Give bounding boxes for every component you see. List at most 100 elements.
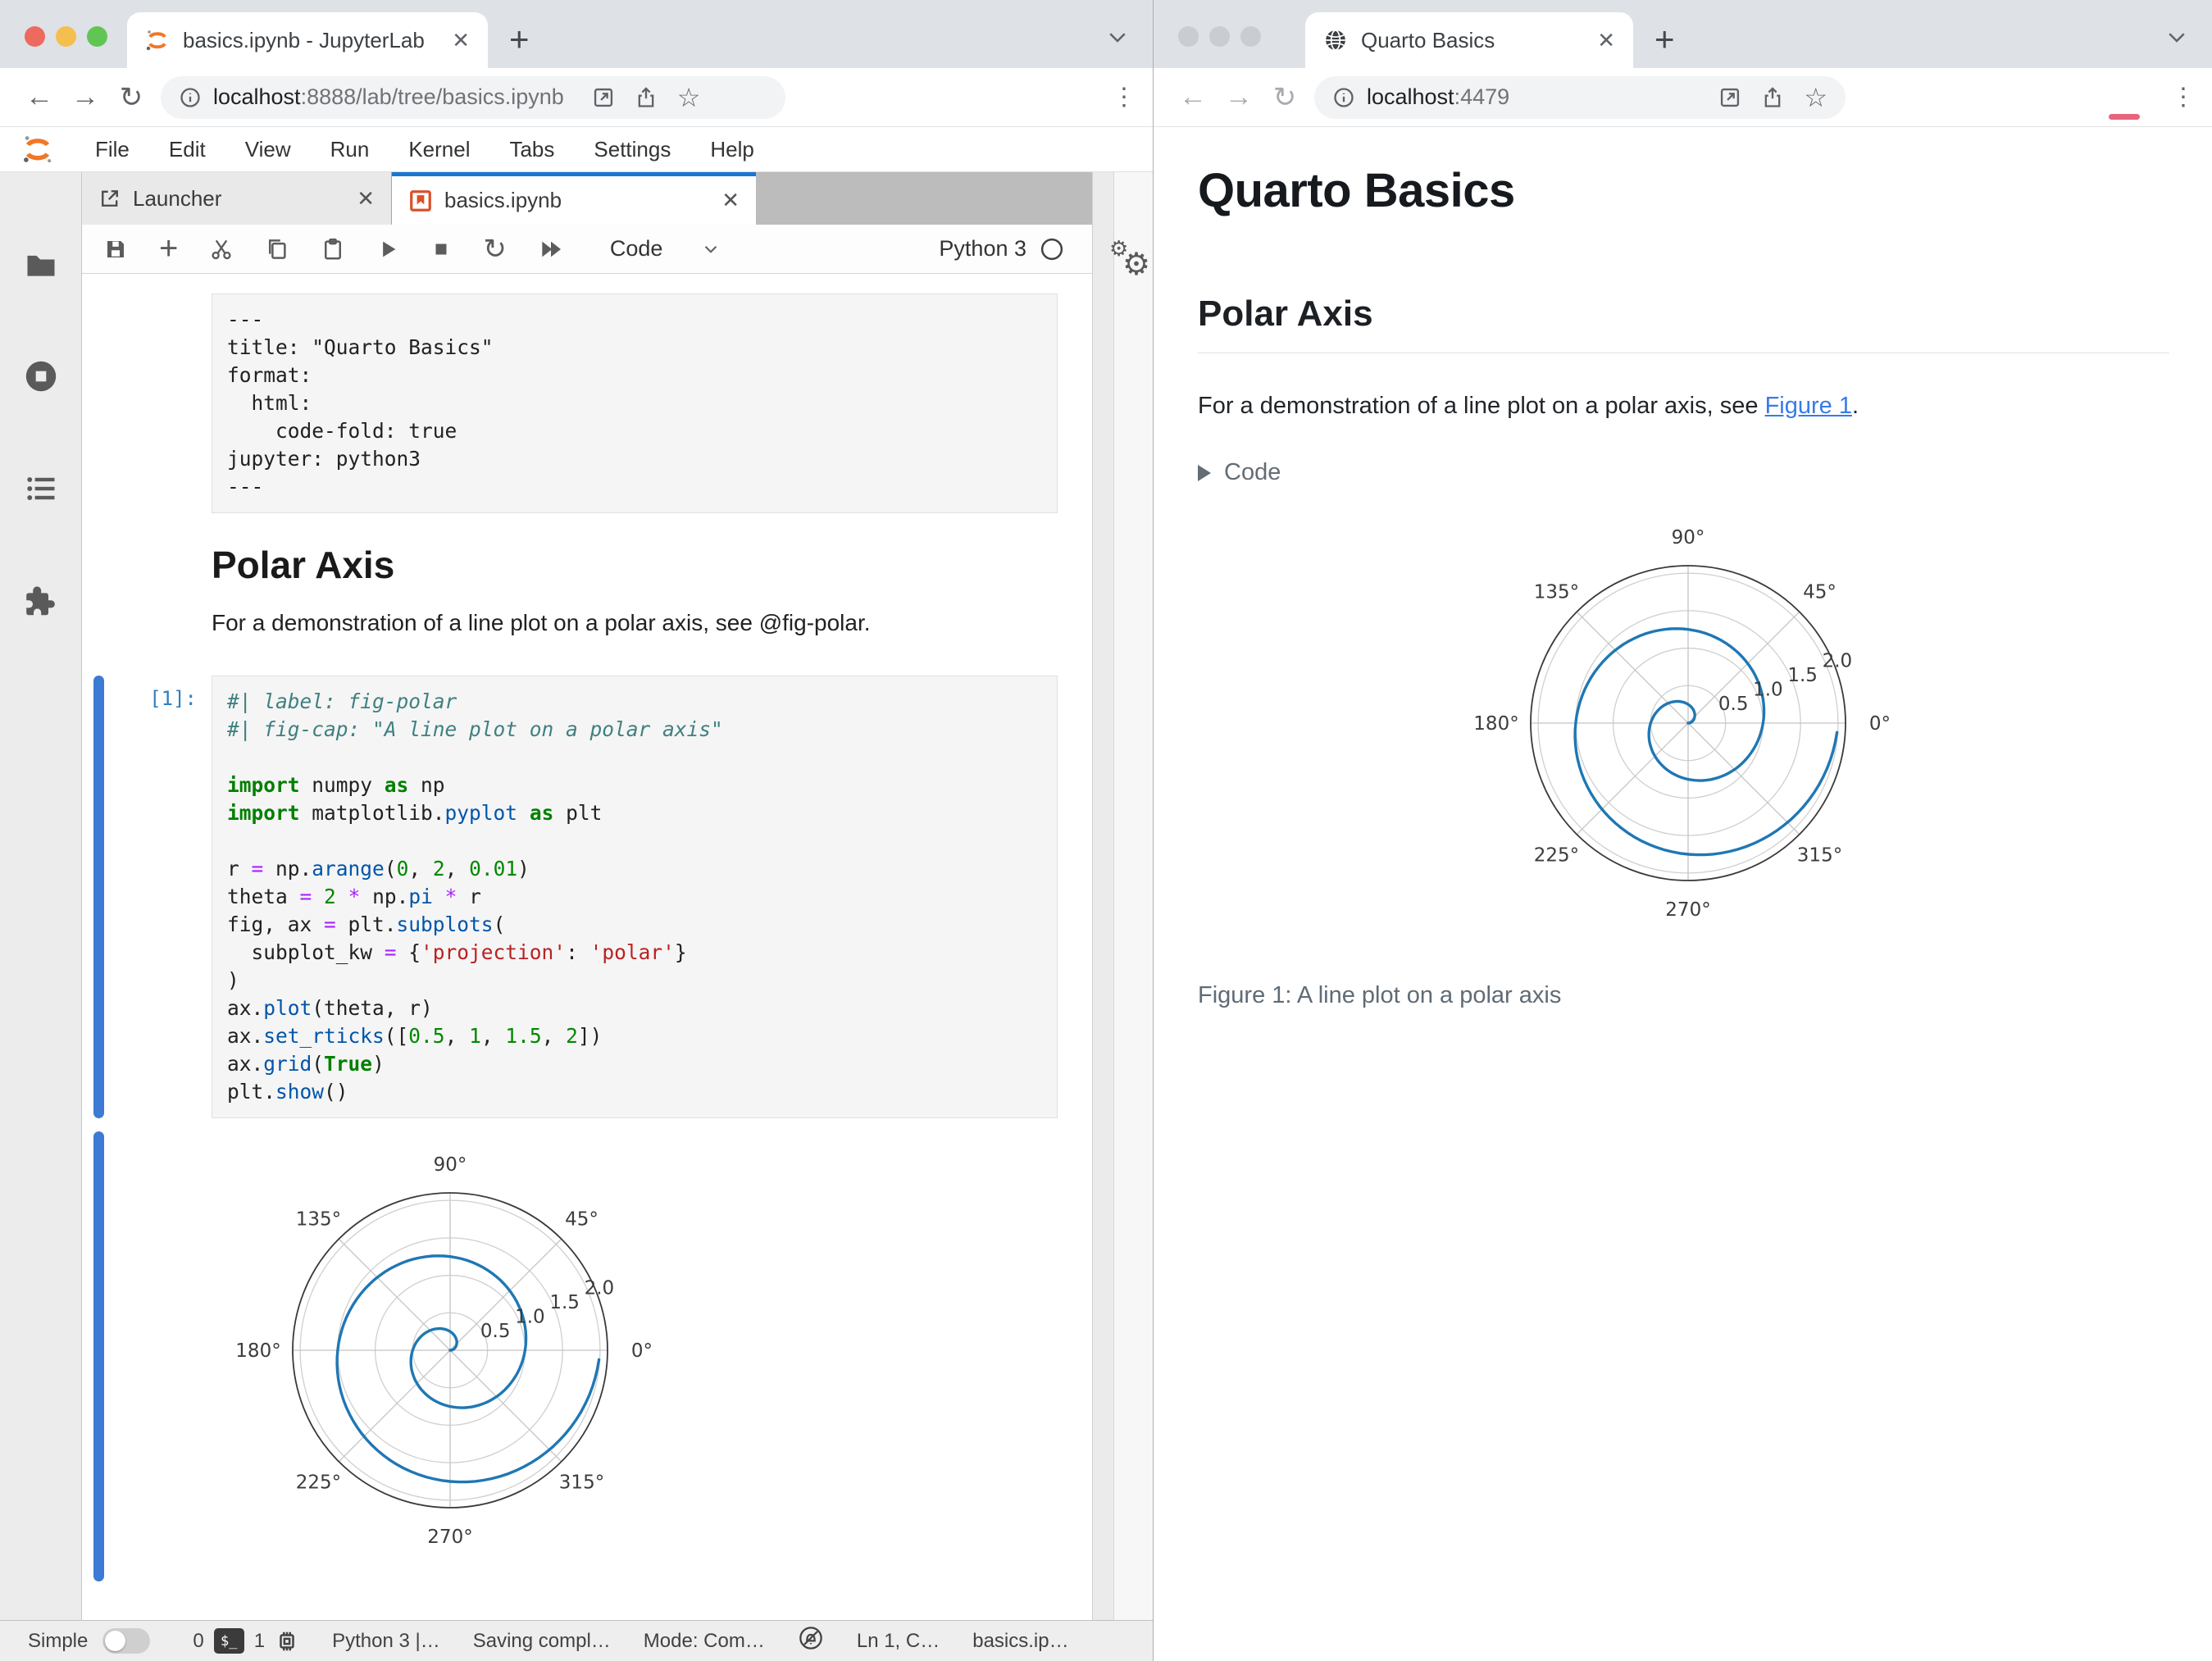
svg-text:90°: 90°	[1671, 527, 1705, 548]
add-cell-button[interactable]: +	[159, 230, 178, 267]
bookmark-star-icon[interactable]: ☆	[1804, 84, 1827, 111]
active-cell-collapser[interactable]	[93, 676, 104, 1118]
tab-search-chevron-icon[interactable]	[1105, 25, 1130, 53]
svg-text:90°: 90°	[434, 1154, 467, 1176]
minimize-window-button[interactable]	[1209, 26, 1230, 47]
tab-launcher[interactable]: Launcher ✕	[82, 172, 392, 225]
browser-tab-title: basics.ipynb - JupyterLab	[183, 27, 425, 52]
open-in-new-icon[interactable]	[592, 86, 615, 109]
notebook-scroll-area[interactable]: --- title: "Quarto Basics" format: html: c…	[82, 274, 1092, 1620]
running-kernels-icon[interactable]	[22, 357, 60, 395]
reload-button[interactable]: ↻	[108, 81, 154, 114]
code-fold-disclosure[interactable]: Code	[1198, 459, 2169, 486]
save-button[interactable]	[103, 237, 128, 262]
browser-tab-jupyterlab[interactable]: basics.ipynb - JupyterLab ✕	[127, 12, 488, 68]
profile-avatar-indicator[interactable]	[2109, 114, 2140, 120]
simple-mode-toggle[interactable]	[102, 1628, 151, 1654]
quarto-rendered-page: Quarto Basics Polar Axis For a demonstra…	[1154, 127, 2212, 1661]
kernel-status-text[interactable]: Python 3 |…	[332, 1630, 440, 1653]
output-collapser[interactable]	[93, 1131, 104, 1581]
right-sidebar-strip[interactable]: ⚙ ⚙	[1092, 172, 1153, 1620]
cut-cells-button[interactable]	[209, 237, 234, 262]
svg-text:1.0: 1.0	[1753, 680, 1783, 701]
notebook-scrollbar[interactable]	[1093, 172, 1114, 1620]
reload-button[interactable]: ↻	[1262, 81, 1308, 114]
markdown-rendered[interactable]: Polar Axis For a demonstration of a line…	[212, 513, 871, 636]
close-launcher-tab-icon[interactable]: ✕	[357, 186, 375, 212]
menu-kernel[interactable]: Kernel	[389, 137, 489, 162]
restart-kernel-button[interactable]: ↻	[483, 233, 507, 266]
cell-collapser[interactable]	[93, 513, 104, 636]
terminals-kernels-status[interactable]: 0 $_ 1	[193, 1628, 299, 1654]
svg-text:315°: 315°	[1796, 845, 1841, 867]
command-mode-text[interactable]: Mode: Com…	[644, 1630, 765, 1653]
close-window-button[interactable]	[25, 26, 45, 47]
open-in-new-icon[interactable]	[1718, 86, 1741, 109]
cell-type-dropdown[interactable]: Code	[610, 236, 722, 262]
browser-menu-icon[interactable]: ⋮	[2171, 83, 2196, 111]
figure-1-link[interactable]: Figure 1	[1765, 393, 1852, 419]
code-cell[interactable]: #| label: fig-polar #| fig-cap: "A line p…	[212, 676, 1058, 1118]
tab-notebook-basics[interactable]: basics.ipynb ✕	[392, 172, 756, 225]
close-tab-icon[interactable]: ✕	[452, 28, 470, 53]
code-editor[interactable]: #| label: fig-polar #| fig-cap: "A line p…	[227, 688, 1042, 1106]
close-window-button[interactable]	[1178, 26, 1199, 47]
yaml-cell[interactable]: --- title: "Quarto Basics" format: html: c…	[212, 294, 1058, 513]
copy-cells-button[interactable]	[265, 237, 289, 262]
share-icon[interactable]	[635, 86, 658, 109]
raw-cell-row: --- title: "Quarto Basics" format: html: c…	[82, 294, 1058, 513]
run-cell-button[interactable]	[376, 238, 399, 261]
browser-tab-quarto[interactable]: Quarto Basics ✕	[1305, 12, 1633, 68]
notifications-bell-icon[interactable]	[798, 1625, 824, 1657]
menu-view[interactable]: View	[225, 137, 311, 162]
restart-run-all-button[interactable]	[538, 236, 564, 262]
code-cell-row: [1]: #| label: fig-polar #| fig-cap: "A l…	[82, 676, 1058, 1118]
menu-run[interactable]: Run	[311, 137, 389, 162]
bookmark-star-icon[interactable]: ☆	[677, 84, 701, 111]
browser-toolbar-right: ← → ↻ localhost:4479 ☆ ⋮	[1154, 68, 2212, 127]
minimize-window-button[interactable]	[56, 26, 76, 47]
polar-plot-figure: 0° 45° 90° 135° 180° 225° 270° 315° 0.51.01.52.0	[1473, 527, 1891, 921]
menu-tabs[interactable]: Tabs	[489, 137, 574, 162]
polar-plot-output: 0° 45° 90° 135° 180° 225° 270° 315° 0.51.01.52.0	[235, 1154, 653, 1548]
address-bar[interactable]: localhost:4479 ☆	[1314, 75, 1846, 119]
cursor-position-text[interactable]: Ln 1, C…	[857, 1630, 940, 1653]
extensions-puzzle-icon[interactable]	[22, 582, 60, 620]
site-info-icon[interactable]	[179, 86, 202, 109]
back-button[interactable]: ←	[1170, 81, 1216, 113]
svg-text:1.5: 1.5	[549, 1292, 580, 1313]
yaml-editor[interactable]: --- title: "Quarto Basics" format: html: c…	[227, 306, 1042, 501]
menu-file[interactable]: File	[75, 137, 149, 162]
browser-tab-strip-right: Quarto Basics ✕ +	[1154, 0, 2212, 68]
zoom-window-button[interactable]	[87, 26, 107, 47]
saving-status-text: Saving compl…	[472, 1629, 611, 1652]
browser-toolbar-left: ← → ↻ localhost:8888/lab/tree/basics.ipy…	[0, 68, 1153, 127]
kernel-indicator[interactable]: Python 3	[939, 236, 1071, 262]
browser-tab-title: Quarto Basics	[1361, 27, 1495, 52]
site-info-icon[interactable]	[1332, 86, 1355, 109]
interrupt-kernel-button[interactable]	[430, 239, 452, 260]
share-icon[interactable]	[1761, 86, 1784, 109]
browser-menu-icon[interactable]: ⋮	[1112, 83, 1136, 111]
new-tab-button[interactable]: +	[509, 22, 530, 57]
tab-search-chevron-icon[interactable]	[2164, 25, 2189, 53]
zoom-window-button[interactable]	[1240, 26, 1261, 47]
forward-button[interactable]: →	[62, 81, 108, 113]
paste-cells-button[interactable]	[321, 237, 345, 262]
address-bar[interactable]: localhost:8888/lab/tree/basics.ipynb ☆	[161, 75, 785, 119]
jupyterlab-browser-window: basics.ipynb - JupyterLab ✕ + ← → ↻ loca…	[0, 0, 1153, 1661]
tab-launcher-label: Launcher	[133, 185, 222, 211]
new-tab-button[interactable]: +	[1654, 22, 1675, 57]
close-tab-icon[interactable]: ✕	[1597, 28, 1615, 53]
cell-type-value: Code	[609, 236, 663, 261]
forward-button[interactable]: →	[1216, 81, 1262, 113]
jupyterlab-activity-bar	[0, 172, 82, 1620]
menu-edit[interactable]: Edit	[149, 137, 225, 162]
menu-settings[interactable]: Settings	[574, 137, 690, 162]
menu-help[interactable]: Help	[690, 137, 773, 162]
close-notebook-tab-icon[interactable]: ✕	[721, 188, 740, 213]
file-browser-icon[interactable]	[23, 246, 59, 282]
back-button[interactable]: ←	[16, 81, 62, 113]
table-of-contents-icon[interactable]	[23, 471, 59, 507]
cell-collapser[interactable]	[93, 294, 104, 513]
